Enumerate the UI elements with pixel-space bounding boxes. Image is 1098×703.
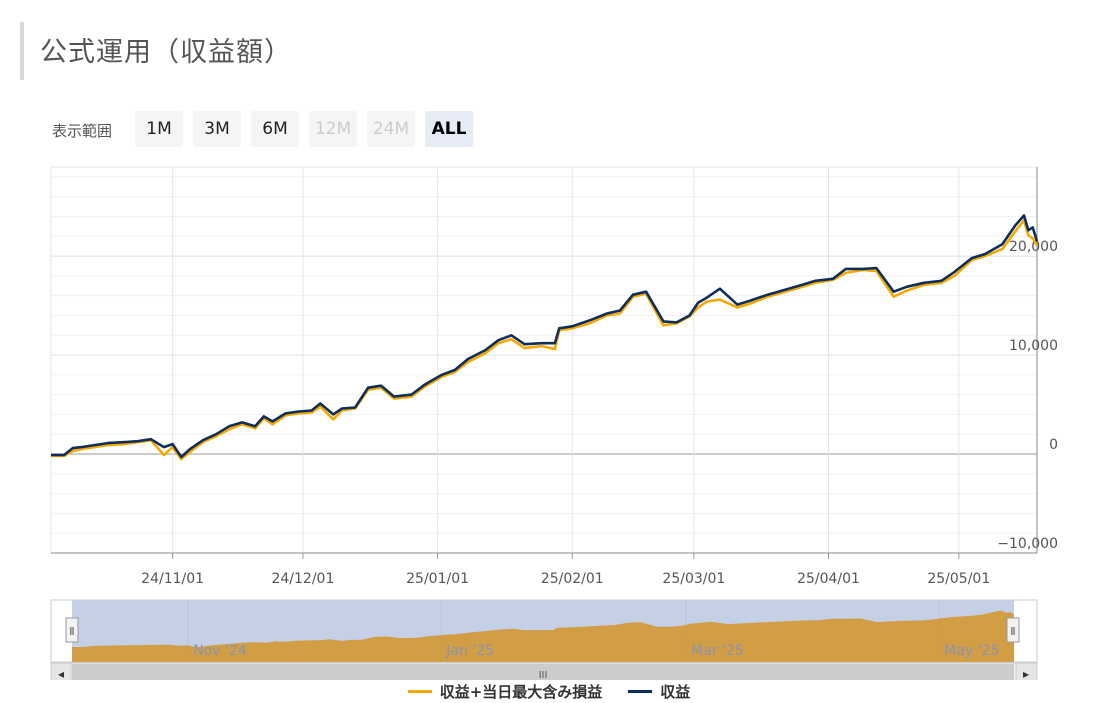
plot-background [50,166,1038,554]
scrollbar[interactable]: III ◂ ▸ [50,662,1038,680]
chart-area: 24/11/01 24/12/01 25/01/01 25/02/01 25/03/01… [50,166,1058,680]
navigator-handle-left[interactable]: Ⅱ [65,617,79,643]
x-tick-label: 25/01/01 [406,571,469,587]
x-tick-label: 25/05/01 [927,571,990,587]
navigator-tick-label: Jan '25 [445,643,494,659]
scroll-left-icon: ◂ [58,667,64,680]
legend-swatch-profit [628,689,653,693]
x-tick-label: 24/12/01 [271,571,334,587]
x-tick-label: 24/11/01 [141,571,204,587]
legend-swatch-total [407,689,432,693]
navigator-tick-label: Nov '24 [193,643,247,659]
legend-label-total: 収益+当日最大含み損益 [439,682,603,701]
navigator-tick-label: May '25 [944,643,999,659]
legend: 収益+当日最大含み損益 収益 [0,680,1098,702]
navigator-tick-label: Mar '25 [691,643,744,659]
y-tick-label: −10,000 [997,536,1058,552]
handle-grip-icon: Ⅱ [69,625,74,638]
legend-item-total[interactable]: 収益+当日最大含み損益 [407,681,603,702]
y-tick-label: 0 [1049,437,1058,453]
navigator[interactable]: Ⅱ Ⅱ Nov '24 Jan '25 Mar '25 May '25 [50,599,1038,663]
scroll-right-icon: ▸ [1023,667,1029,680]
navigator-handle-right[interactable]: Ⅱ [1006,617,1020,643]
y-tick-label: 10,000 [1009,338,1058,354]
x-axis: 24/11/01 24/12/01 25/01/01 25/02/01 25/03/01… [51,552,1037,587]
legend-item-profit[interactable]: 収益 [628,681,690,702]
x-tick-label: 25/04/01 [797,571,860,587]
legend-label-profit: 収益 [660,682,691,701]
handle-grip-icon: Ⅱ [1010,625,1015,638]
x-tick-label: 25/02/01 [541,571,604,587]
scrollbar-grip-icon: III [539,670,548,680]
x-tick-label: 25/03/01 [662,571,725,587]
